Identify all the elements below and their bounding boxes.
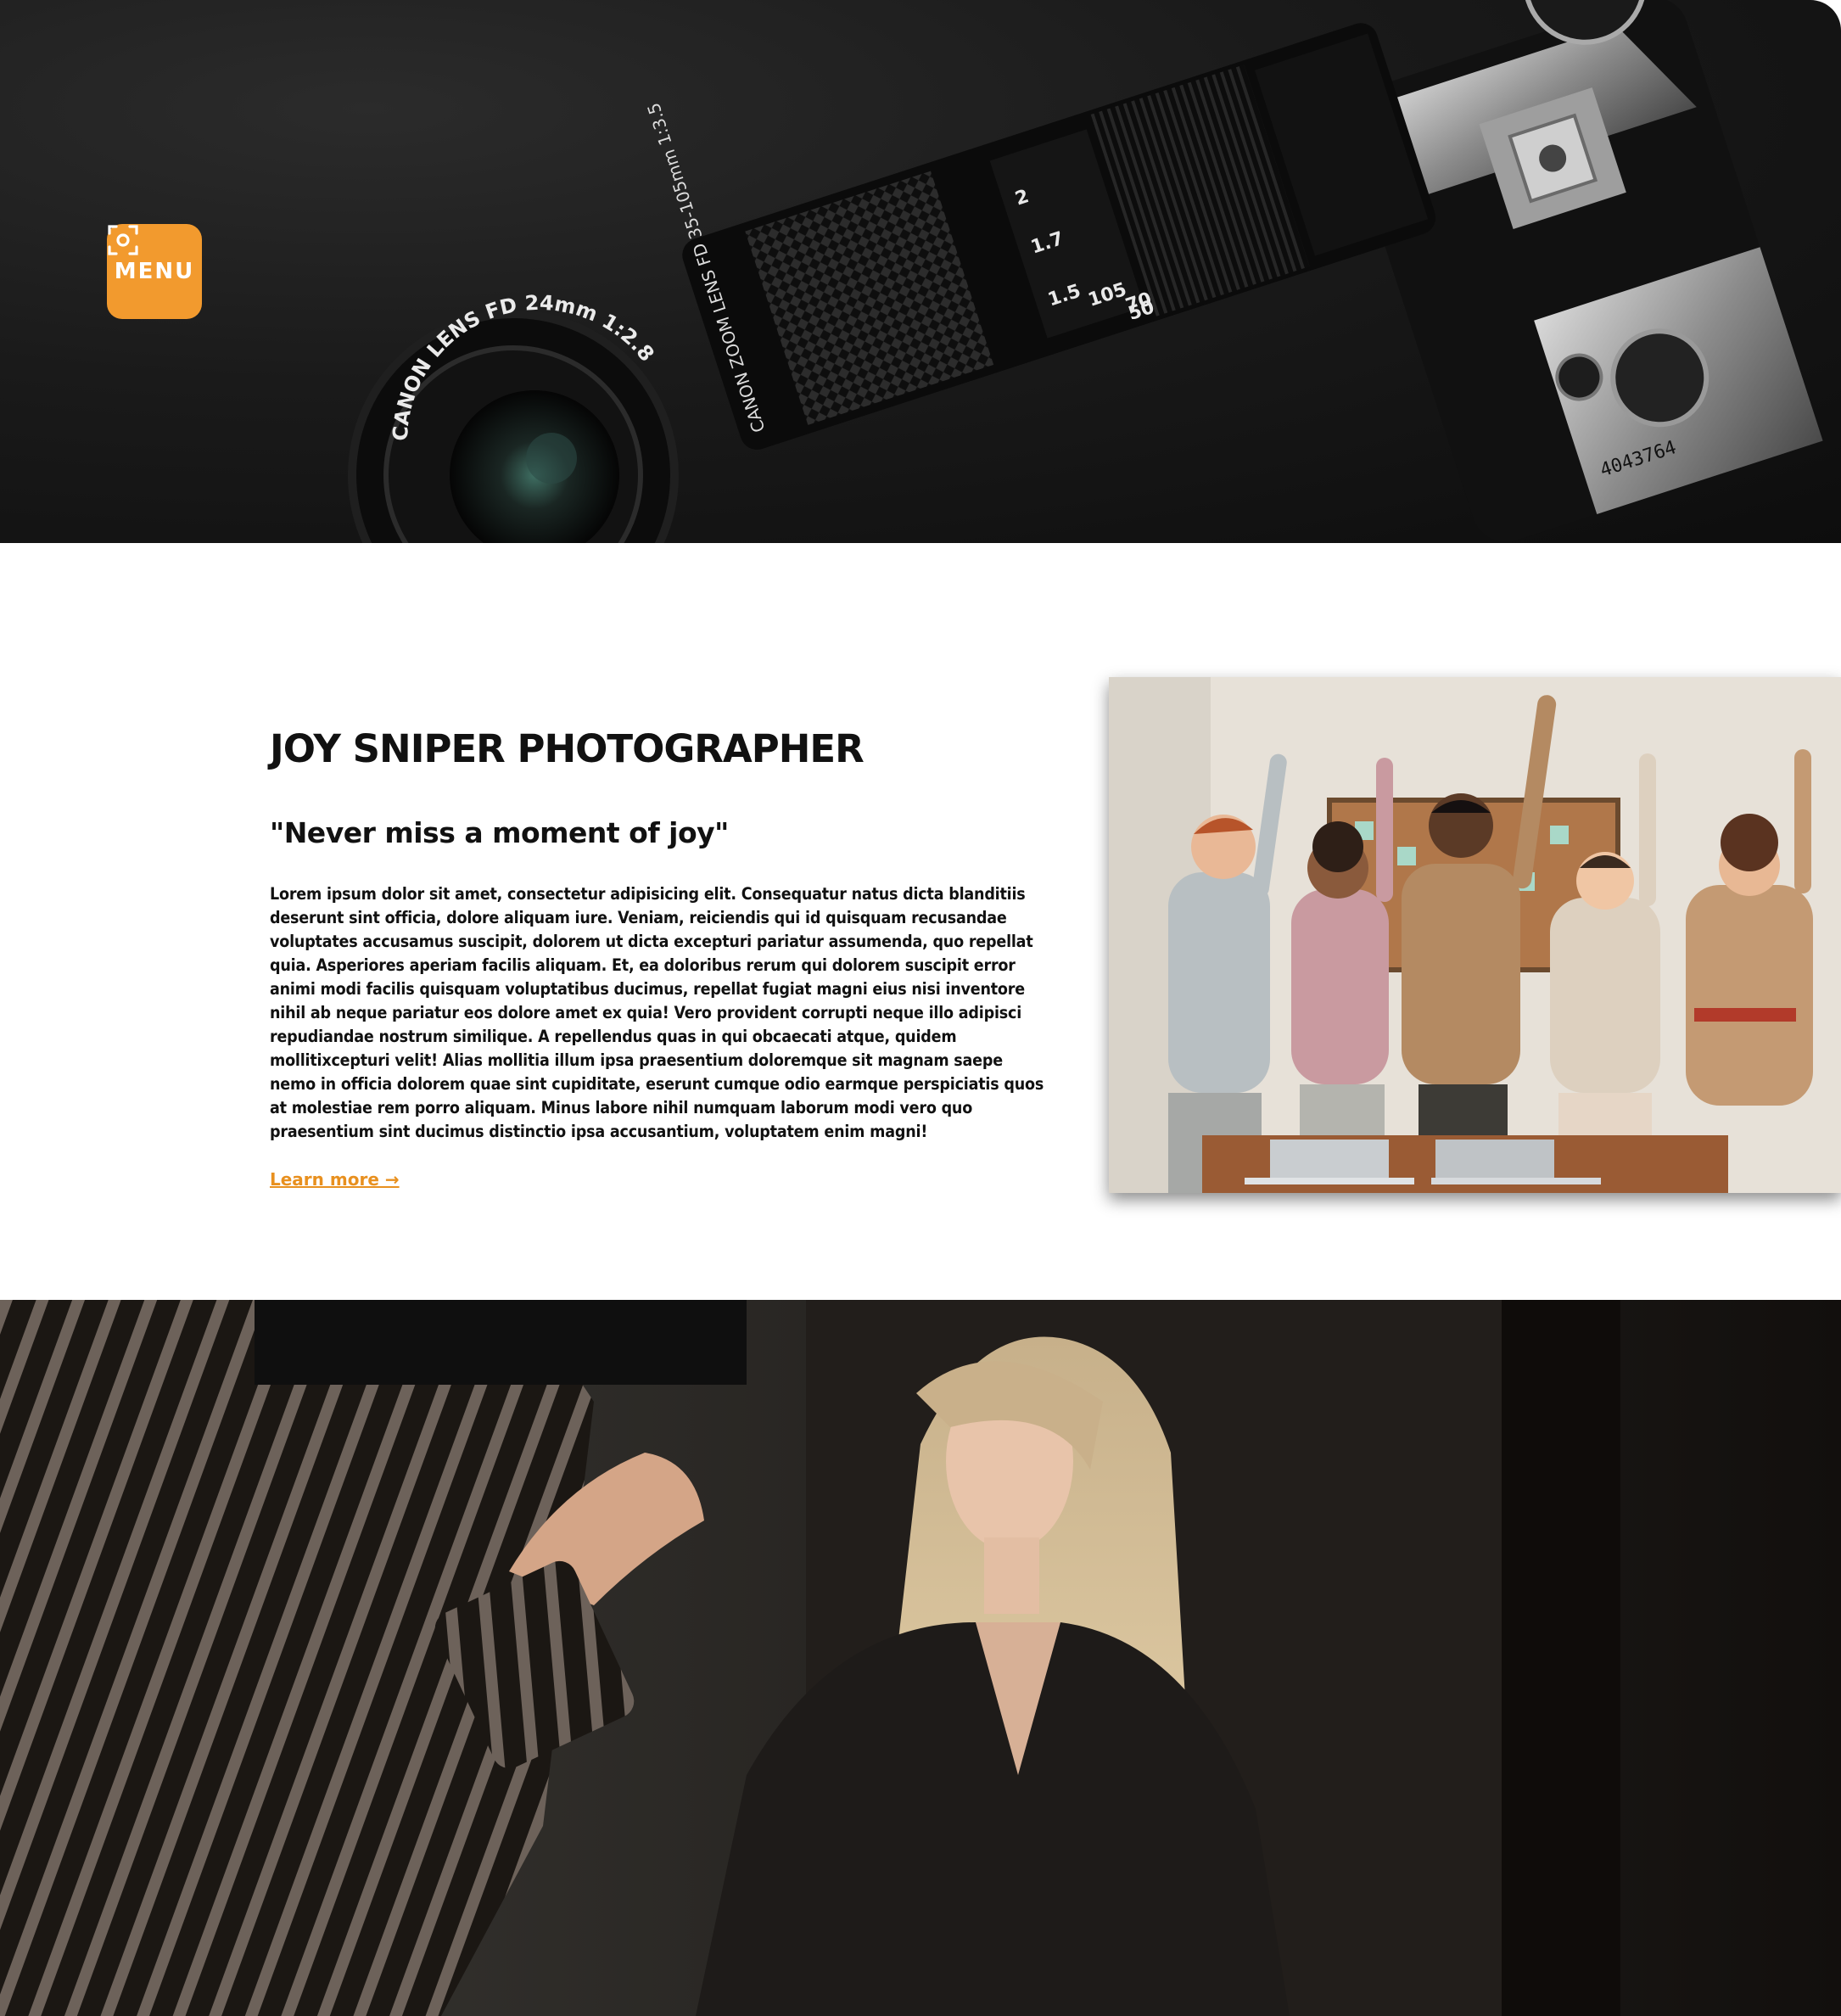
hero-banner: 4043764 2 1.7 1.5 105 70 50 CANON ZOOM L…: [0, 0, 1841, 543]
page-title: JOY SNIPER PHOTOGRAPHER: [270, 726, 865, 771]
studio-portrait-image: [0, 1300, 1841, 2016]
team-celebration-photo: [1109, 677, 1841, 1193]
studio-photo-section: [0, 1300, 1841, 2016]
camera-hero-image: 4043764 2 1.7 1.5 105 70 50 CANON ZOOM L…: [348, 0, 1823, 543]
camera-focus-icon: [108, 225, 138, 255]
team-photo-illustration: [1109, 677, 1841, 1193]
about-paragraph: Lorem ipsum dolor sit amet, consectetur …: [270, 883, 1044, 1141]
tagline-quote: "Never miss a moment of joy": [270, 815, 729, 849]
menu-label: MENU: [114, 259, 195, 284]
menu-button[interactable]: MENU: [107, 224, 202, 319]
about-content: JOY SNIPER PHOTOGRAPHER "Never miss a mo…: [270, 728, 1046, 1190]
learn-more-link[interactable]: Learn more →: [270, 1169, 400, 1190]
